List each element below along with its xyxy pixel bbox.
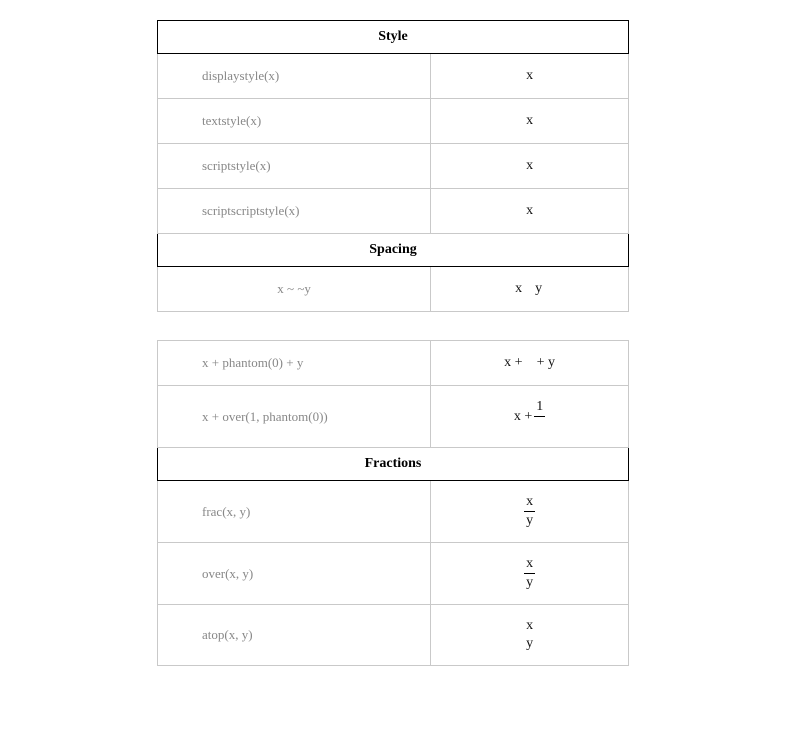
table-row: textstyle(x) x <box>158 99 629 144</box>
render-cell: x y <box>431 543 629 605</box>
phantom-fractions-table: x + phantom(0) + y x + 0 + y x + over(1,… <box>157 340 629 666</box>
table-row: x + over(1, phantom(0)) x + 1 0 <box>158 386 629 448</box>
table-row: atop(x, y) x y <box>158 605 629 666</box>
section-style: Style <box>158 21 629 54</box>
code-cell: scriptscriptstyle(x) <box>158 189 431 234</box>
code-cell: atop(x, y) <box>158 605 431 666</box>
style-spacing-table: Style displaystyle(x) x textstyle(x) x s… <box>157 20 629 312</box>
code-cell: scriptstyle(x) <box>158 144 431 189</box>
table-row: scriptscriptstyle(x) x <box>158 189 629 234</box>
section-fractions: Fractions <box>158 448 629 481</box>
render-cell: x + 0 + y <box>431 341 629 386</box>
render-cell: x <box>431 144 629 189</box>
code-cell: over(x, y) <box>158 543 431 605</box>
table-row: frac(x, y) x y <box>158 481 629 543</box>
render-cell: x <box>431 54 629 99</box>
render-cell: x y <box>431 605 629 666</box>
code-cell: textstyle(x) <box>158 99 431 144</box>
table-row: displaystyle(x) x <box>158 54 629 99</box>
render-cell: x <box>431 189 629 234</box>
code-cell: x + phantom(0) + y <box>158 341 431 386</box>
code-cell: displaystyle(x) <box>158 54 431 99</box>
table-row: x + phantom(0) + y x + 0 + y <box>158 341 629 386</box>
table-row: x ~ ~y x y <box>158 267 629 312</box>
code-cell: frac(x, y) <box>158 481 431 543</box>
render-cell: x <box>431 99 629 144</box>
code-cell: x ~ ~y <box>158 267 431 312</box>
render-cell: x y <box>431 481 629 543</box>
code-cell: x + over(1, phantom(0)) <box>158 386 431 448</box>
table-row: scriptstyle(x) x <box>158 144 629 189</box>
render-cell: x + 1 0 <box>431 386 629 448</box>
render-cell: x y <box>431 267 629 312</box>
section-spacing: Spacing <box>158 234 629 267</box>
table-row: over(x, y) x y <box>158 543 629 605</box>
